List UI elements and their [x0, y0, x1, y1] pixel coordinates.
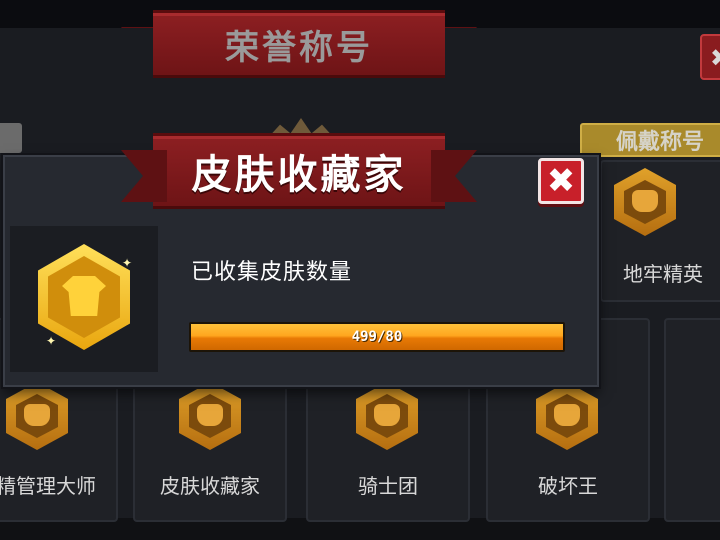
dungeon-elite-badge-icon [614, 168, 676, 236]
progress-value: 499/80 [351, 329, 403, 345]
side-tab[interactable] [0, 123, 22, 153]
skin-collector-badge-icon [179, 382, 241, 450]
progress-label: 已收集皮肤数量 [191, 260, 353, 285]
management-master-badge-icon [6, 382, 68, 450]
title-card-dungeon-elite[interactable]: 地牢精英 [600, 160, 720, 302]
title-card-label: 皮肤收藏家 [160, 474, 260, 498]
destroyer-badge-icon [536, 382, 598, 450]
modal-close-button[interactable]: ✖ [538, 158, 584, 204]
modal-header-ribbon: 皮肤收藏家 [153, 133, 445, 209]
sparkle-icon: ✦ [46, 334, 57, 348]
titles-header-ribbon: 荣誉称号 [153, 10, 445, 78]
title-card-partial[interactable] [664, 318, 720, 522]
titles-close-button[interactable]: ✖ [700, 34, 720, 80]
title-card-label: 精管理大师 [0, 474, 96, 498]
wear-title-button[interactable]: 佩戴称号 [580, 123, 720, 157]
title-card-label: 骑士团 [358, 474, 418, 498]
title-card-label: 破坏王 [538, 474, 598, 498]
close-icon: ✖ [546, 161, 576, 201]
knights-badge-icon [356, 382, 418, 450]
skin-progress-bar: 499/80 [189, 322, 565, 352]
shirt-icon [62, 276, 106, 316]
titles-screen-title: 荣誉称号 [225, 27, 373, 68]
modal-title: 皮肤收藏家 [191, 152, 407, 198]
title-icon-frame: ✦ ✦ [10, 226, 158, 372]
sparkle-icon: ✦ [122, 256, 133, 270]
title-card-label: 地牢精英 [623, 262, 703, 286]
